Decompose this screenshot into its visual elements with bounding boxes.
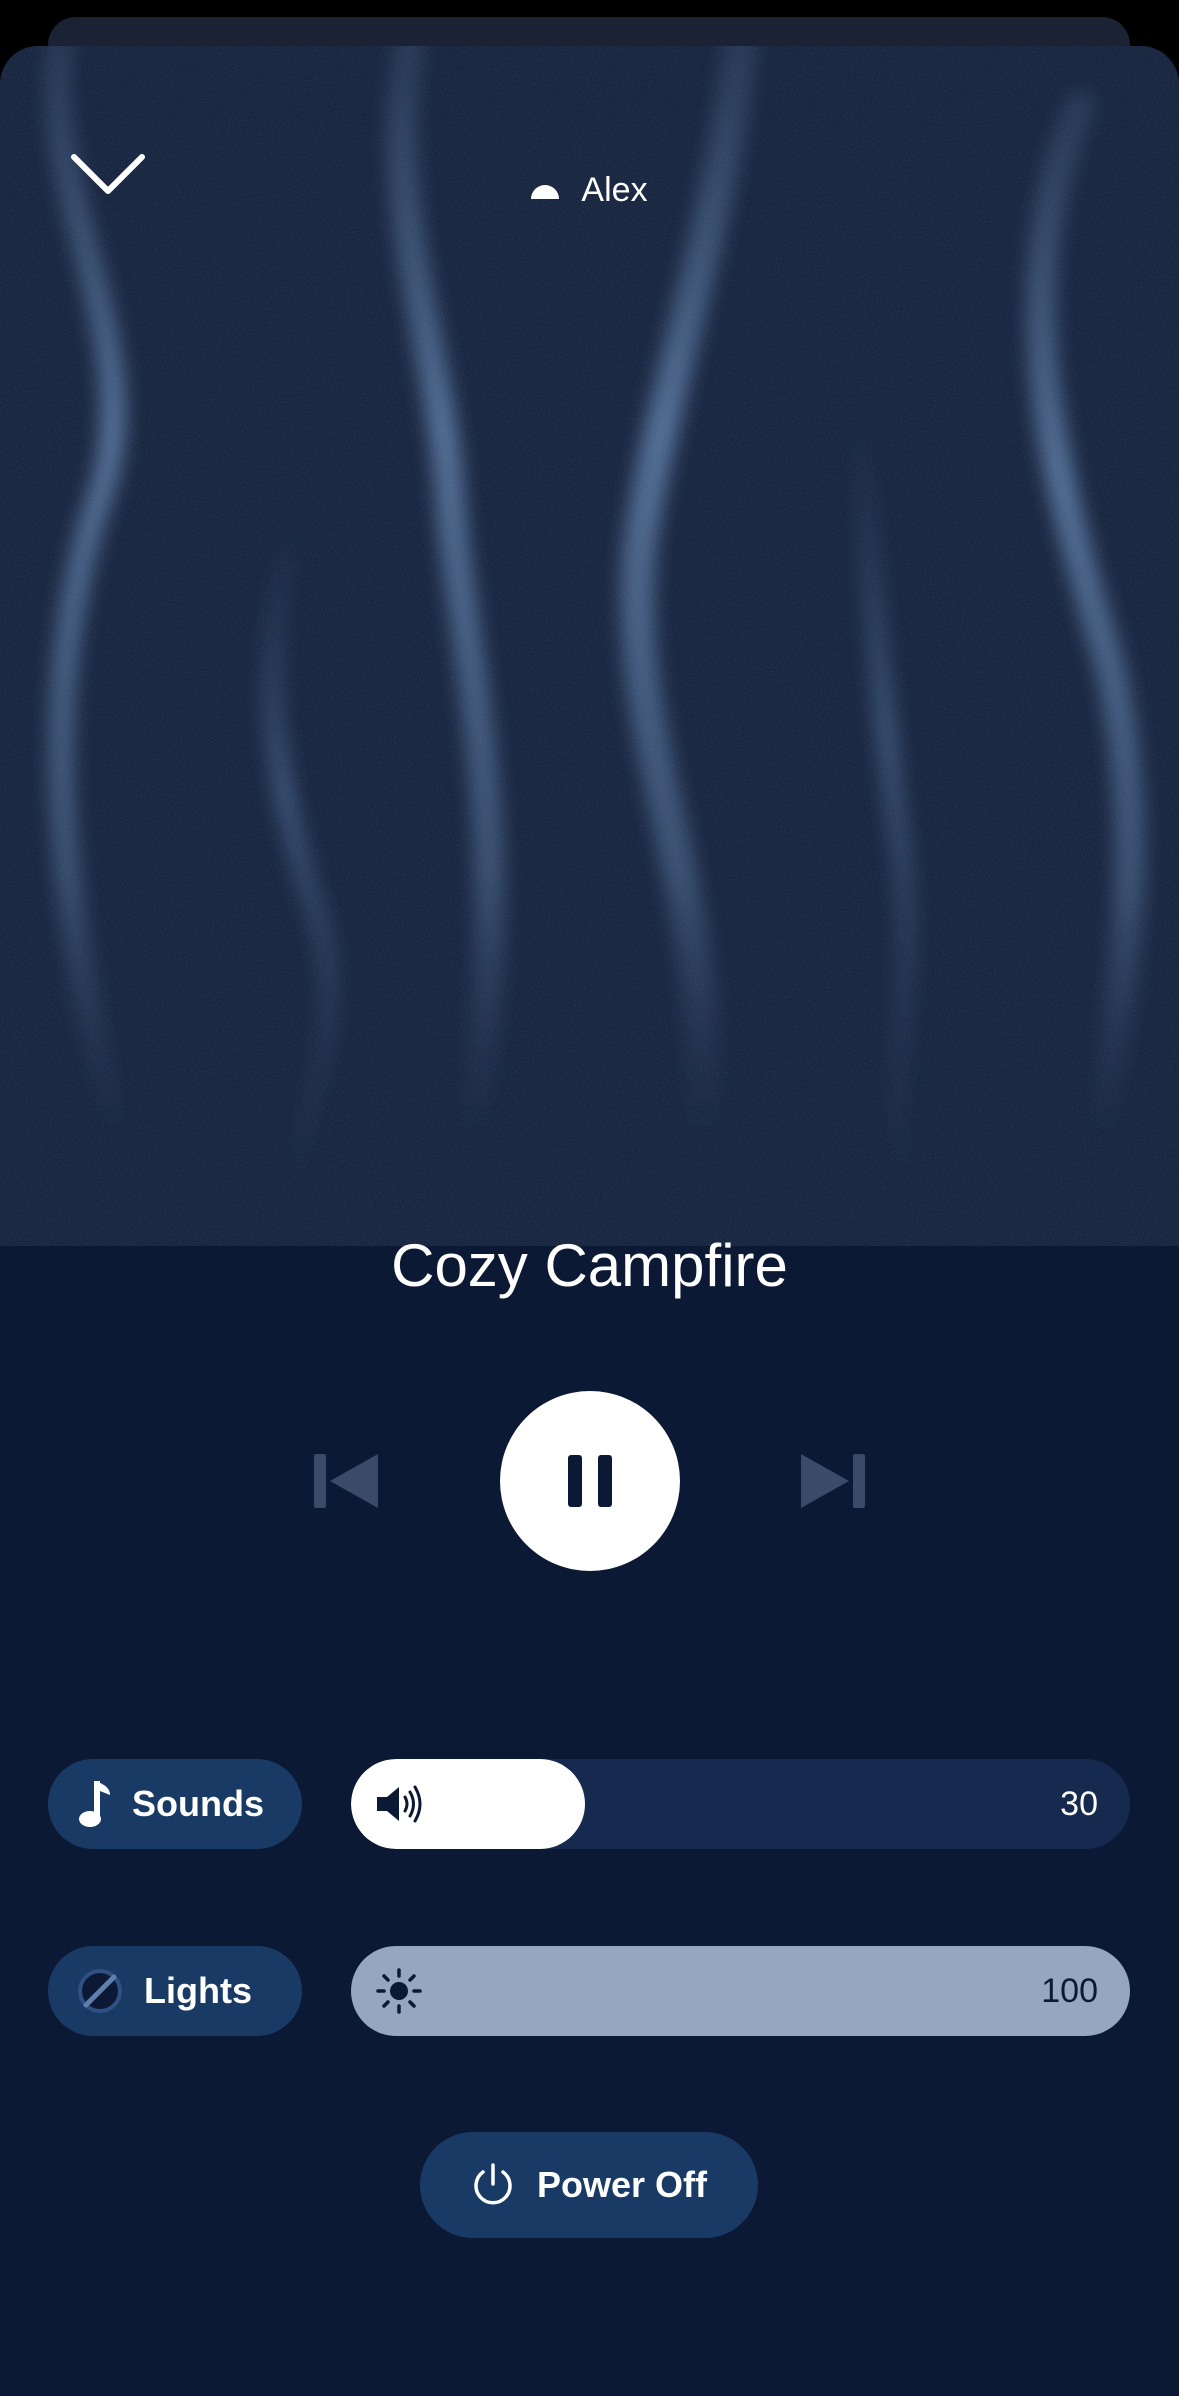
power-off-button[interactable]: Power Off [420,2132,758,2238]
music-note-icon [79,1781,110,1827]
volume-icon [377,1785,422,1823]
no-color-icon [78,1969,122,2013]
transport-controls [0,1391,1179,1571]
skip-next-icon [801,1454,865,1508]
previous-button[interactable] [310,1446,382,1516]
power-icon [474,2163,512,2205]
sounds-button[interactable]: Sounds [48,1759,302,1849]
next-button[interactable] [797,1446,869,1516]
volume-value: 30 [1060,1785,1098,1823]
pause-icon [568,1455,612,1507]
smoke-illustration [0,46,1179,1246]
lights-button[interactable]: Lights [48,1946,302,2036]
volume-slider[interactable]: 30 [351,1759,1130,1849]
sounds-label: Sounds [132,1783,264,1824]
lights-row: Lights 100 [48,1946,1130,2036]
brightness-icon [376,1968,422,2014]
brightness-slider-fill [351,1946,1130,2036]
track-title: Cozy Campfire [391,1232,788,1299]
brightness-value: 100 [1041,1972,1098,2010]
sounds-row: Sounds 30 [48,1759,1130,1849]
half-circle-icon [531,184,560,199]
brightness-slider[interactable]: 100 [351,1946,1130,2036]
skip-previous-icon [314,1454,378,1508]
user-chip[interactable]: Alex [0,171,1179,210]
player-sheet: Alex Cozy Campfire Sounds 30 Lights 100 … [0,46,1179,2396]
power-off-label: Power Off [536,2164,707,2205]
user-name: Alex [581,171,648,209]
lights-label: Lights [144,1970,252,2011]
pause-button[interactable] [500,1391,680,1571]
